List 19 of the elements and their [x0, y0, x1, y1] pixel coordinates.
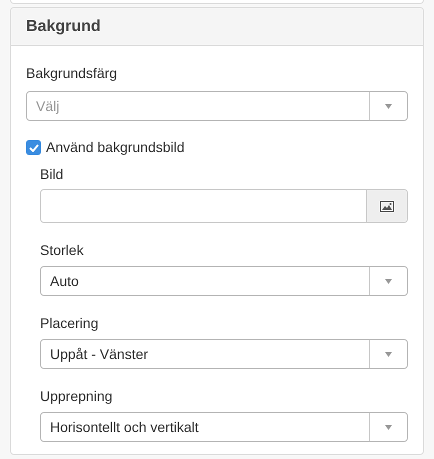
caret-icon: [385, 278, 392, 284]
select-field[interactable]: Uppåt - Vänster: [40, 339, 408, 369]
caret-icon: [385, 104, 392, 108]
caret-icon: [385, 352, 392, 356]
field-label: Bild: [40, 165, 64, 184]
caret-icon: [385, 424, 392, 430]
field-label: Bakgrundsfärg: [26, 64, 118, 83]
select-field[interactable]: Horisontellt och vertikalt: [40, 412, 408, 442]
field-label: Storlek: [40, 241, 85, 260]
image-input[interactable]: [40, 189, 408, 223]
checkbox[interactable]: [26, 140, 41, 155]
check-icon: [28, 144, 38, 152]
panel-title: Bakgrund: [26, 16, 101, 36]
select-field[interactable]: Auto: [40, 266, 408, 296]
field-label: Placering: [40, 314, 100, 333]
image-icon: [380, 200, 394, 212]
field-label: Upprepning: [40, 387, 114, 406]
checkbox-label: Använd bakgrundsbild: [46, 138, 185, 157]
image-picker-button[interactable]: [366, 190, 407, 222]
